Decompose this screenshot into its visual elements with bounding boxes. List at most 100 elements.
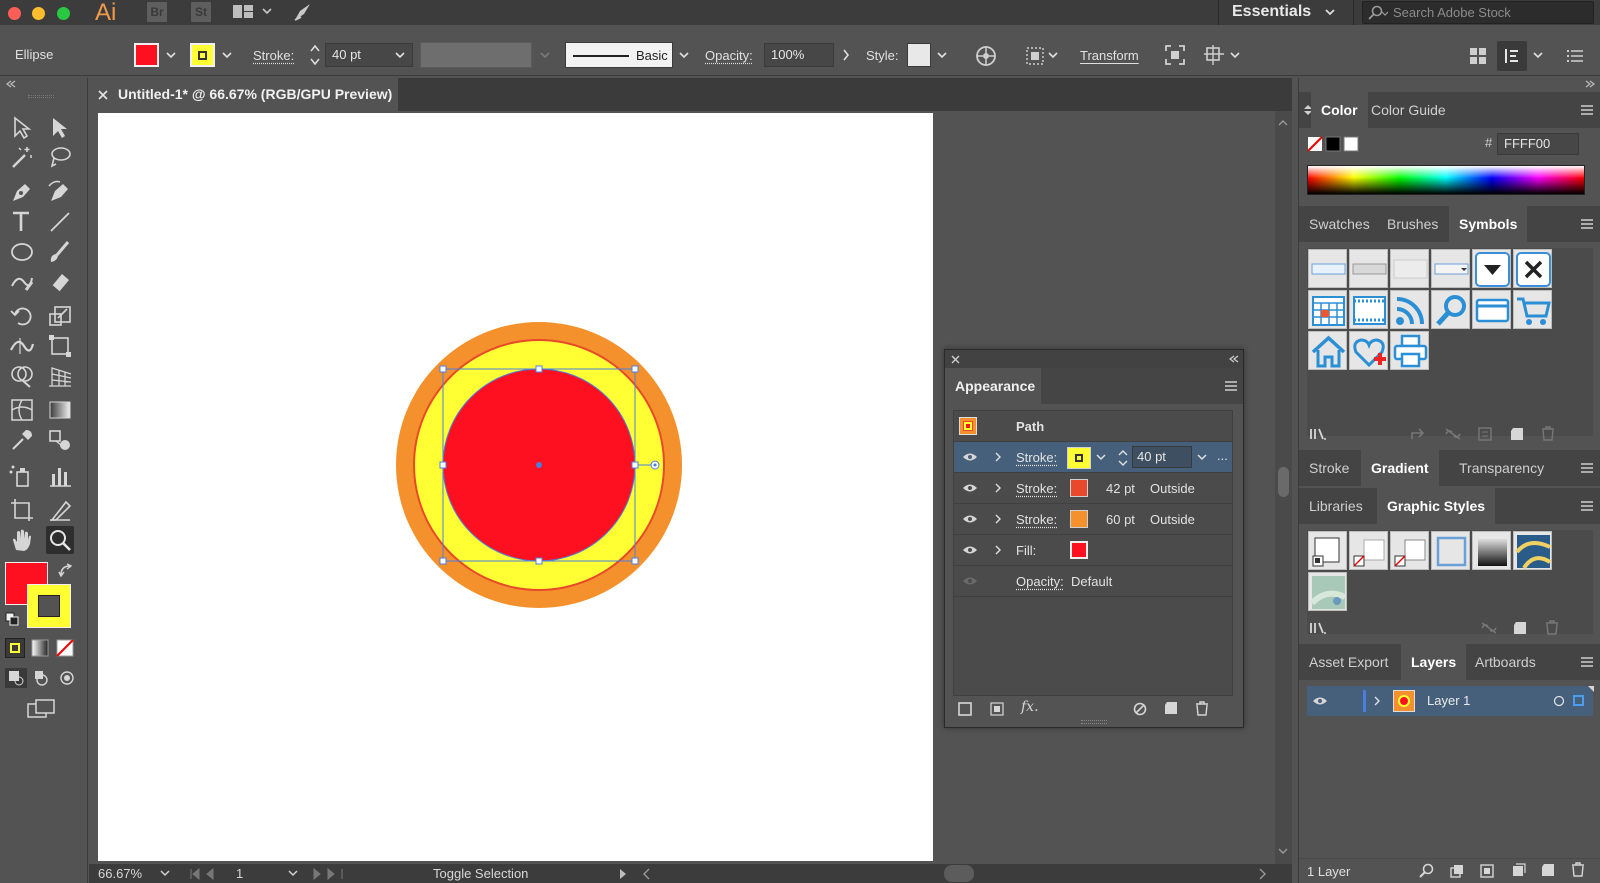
layer-visibility-eye-icon[interactable] [1312, 696, 1328, 706]
chevron-down-icon[interactable] [222, 51, 232, 61]
color-spectrum[interactable] [1307, 165, 1585, 195]
chevron-down-icon[interactable] [1048, 51, 1058, 61]
pen-tool-icon[interactable] [8, 178, 36, 206]
collapse-panel-icon[interactable] [6, 80, 16, 88]
stroke-label[interactable]: Stroke: [253, 48, 294, 63]
symbol-search[interactable] [1431, 290, 1470, 329]
stroke-color-box[interactable] [27, 584, 71, 628]
new-graphic-style-icon[interactable] [1513, 621, 1527, 635]
chevron-down-icon[interactable] [679, 51, 689, 61]
opacity-label[interactable]: Opacity: [705, 48, 753, 63]
puppet-warp-icon[interactable] [1203, 44, 1225, 66]
stroke-attribute-label[interactable]: Stroke: [1016, 450, 1057, 465]
chevron-down-icon[interactable] [166, 51, 176, 61]
symbol-button-blank[interactable] [1308, 249, 1347, 288]
free-transform-tool-icon[interactable] [46, 332, 74, 360]
layer-row[interactable]: Layer 1 [1307, 686, 1594, 716]
status-menu-arrow-icon[interactable] [619, 868, 627, 880]
symbol-dropdown[interactable] [1431, 249, 1470, 288]
bounding-handle[interactable] [535, 365, 543, 373]
magic-wand-tool-icon[interactable] [8, 144, 36, 172]
fill-swatch[interactable] [1070, 541, 1088, 559]
graphic-style-default[interactable] [1308, 531, 1347, 570]
appearance-panel-titlebar[interactable] [945, 350, 1243, 368]
toolbar-grip[interactable] [28, 95, 54, 98]
stock-app-icon[interactable]: St [191, 2, 211, 22]
hex-color-field[interactable]: FFFF00 [1497, 133, 1579, 155]
lasso-tool-icon[interactable] [46, 144, 74, 172]
first-previous-artboard-icon[interactable] [189, 868, 229, 880]
graphic-style-no-fill[interactable] [1349, 531, 1388, 570]
arrange-panels-icon[interactable] [1469, 47, 1487, 65]
transform-link[interactable]: Transform [1080, 48, 1139, 63]
paintbrush-tool-icon[interactable] [46, 238, 74, 266]
tab-symbols[interactable]: Symbols [1449, 206, 1528, 242]
add-new-fill-icon[interactable] [990, 702, 1004, 716]
add-new-stroke-icon[interactable] [958, 702, 972, 716]
visibility-eye-icon[interactable] [962, 452, 978, 462]
curvature-tool-icon[interactable] [46, 178, 74, 206]
align-to-selection-icon[interactable] [1025, 46, 1045, 66]
bridge-app-icon[interactable]: Br [147, 2, 167, 22]
stroke-attribute-label[interactable]: Stroke: [1016, 481, 1057, 496]
graphic-style-blue-outline[interactable] [1431, 531, 1470, 570]
hand-tool-icon[interactable] [8, 526, 36, 554]
chevron-right-icon[interactable] [842, 49, 850, 61]
opacity-field[interactable]: 100% [764, 43, 834, 67]
shaper-tool-icon[interactable] [8, 268, 36, 296]
chevron-down-icon[interactable] [1096, 454, 1106, 462]
export-for-screens-icon[interactable] [1449, 863, 1465, 879]
width-tool-icon[interactable] [8, 332, 36, 360]
chevron-down-icon[interactable] [1325, 9, 1335, 17]
ellipse-artwork[interactable] [380, 306, 700, 616]
create-sublayer-icon[interactable] [1512, 863, 1526, 877]
symbol-arrow-down[interactable] [1472, 249, 1511, 288]
layer-target-icon[interactable] [1553, 695, 1565, 707]
graphic-style-pattern[interactable] [1513, 531, 1552, 570]
stock-search-input[interactable]: Search Adobe Stock [1362, 1, 1594, 24]
appearance-fill-row[interactable]: Fill: [954, 535, 1232, 566]
tab-graphic-styles[interactable]: Graphic Styles [1377, 488, 1496, 524]
graphic-style-libraries-icon[interactable] [1309, 621, 1327, 635]
expand-arrow-icon[interactable] [994, 452, 1002, 462]
new-symbol-icon[interactable] [1510, 427, 1524, 441]
properties-toggle-button[interactable] [1497, 41, 1527, 71]
panel-menu-icon[interactable] [1581, 219, 1593, 229]
opacity-attribute-label[interactable]: Opacity: [1016, 574, 1064, 589]
tab-color[interactable]: Color [1311, 92, 1368, 128]
visibility-eye-icon[interactable] [962, 545, 978, 555]
more-options-button[interactable]: ... [1217, 448, 1228, 463]
tab-brushes[interactable]: Brushes [1377, 206, 1448, 242]
appearance-stroke-row[interactable]: Stroke: 40 pt ... [954, 442, 1232, 473]
graphic-style-gradient[interactable] [1472, 531, 1511, 570]
next-last-artboard-icon[interactable] [312, 868, 352, 880]
symbol-button-light[interactable] [1390, 249, 1429, 288]
resize-grip[interactable] [1081, 720, 1107, 724]
blend-tool-icon[interactable] [46, 426, 74, 454]
vertical-scroll-thumb[interactable] [1278, 467, 1289, 497]
selection-tool-icon[interactable] [8, 114, 36, 142]
symbol-heart-plus[interactable] [1349, 331, 1388, 370]
draw-normal-icon[interactable] [5, 668, 27, 688]
chevron-down-icon[interactable] [1197, 454, 1207, 462]
slice-tool-icon[interactable] [46, 496, 74, 524]
expand-arrow-icon[interactable] [994, 483, 1002, 493]
close-document-icon[interactable] [98, 90, 108, 100]
isolate-object-icon[interactable] [1164, 44, 1186, 66]
scroll-up-icon[interactable] [1278, 119, 1288, 127]
direct-selection-tool-icon[interactable] [46, 114, 74, 142]
eraser-tool-icon[interactable] [46, 268, 74, 296]
scroll-right-icon[interactable] [1259, 868, 1267, 880]
stroke-weight-stepper[interactable] [1117, 447, 1129, 469]
bounding-handle[interactable] [631, 557, 639, 565]
horizontal-scroll-thumb[interactable] [944, 865, 974, 882]
bounding-handle[interactable] [631, 365, 639, 373]
expand-arrow-icon[interactable] [994, 514, 1002, 524]
chevron-down-icon[interactable] [1533, 51, 1543, 61]
chevron-down-icon[interactable] [937, 51, 947, 61]
minimize-window-button[interactable] [32, 7, 45, 20]
gpu-performance-rocket-icon[interactable] [292, 1, 314, 23]
status-text[interactable]: Toggle Selection [433, 866, 528, 881]
expand-arrow-icon[interactable] [1373, 696, 1381, 706]
scale-tool-icon[interactable] [46, 302, 74, 330]
